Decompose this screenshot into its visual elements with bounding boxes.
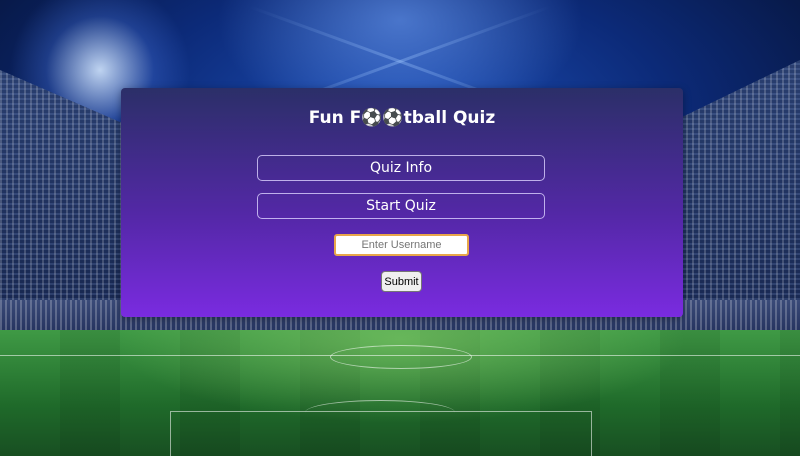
pitch-center-circle <box>330 345 472 369</box>
username-input[interactable] <box>334 234 469 256</box>
submit-button[interactable]: Submit <box>381 271 422 292</box>
quiz-panel: Fun F⚽⚽tball Quiz Quiz Info Start Quiz S… <box>121 88 683 317</box>
start-quiz-button[interactable]: Start Quiz <box>257 193 545 219</box>
quiz-info-label: Quiz Info <box>369 160 433 176</box>
pitch-penalty-arc <box>305 400 455 425</box>
quiz-title: Fun F⚽⚽tball Quiz <box>308 108 496 128</box>
quiz-info-button[interactable]: Quiz Info <box>257 155 545 181</box>
start-quiz-label: Start Quiz <box>366 198 436 214</box>
